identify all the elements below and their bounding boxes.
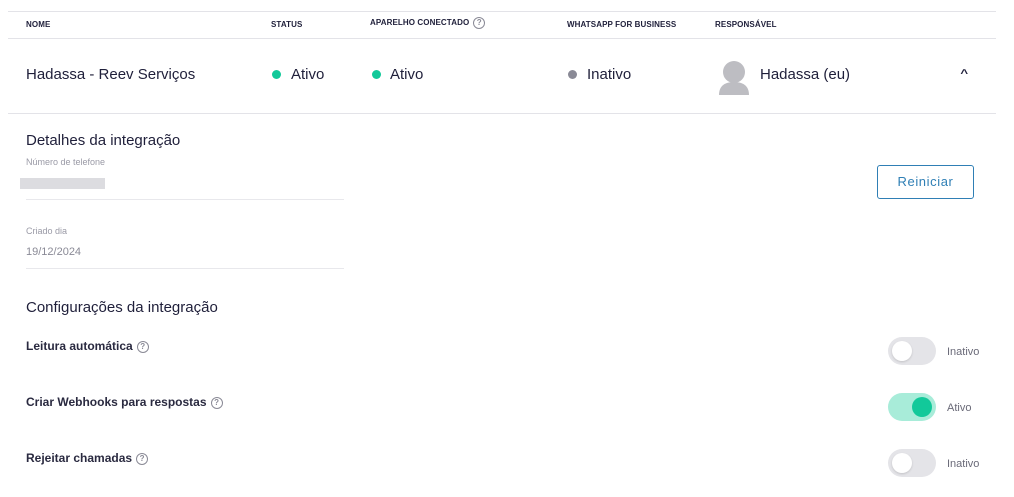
row-divider <box>8 113 996 114</box>
header-top-divider <box>8 11 996 12</box>
help-icon[interactable]: ? <box>136 340 149 353</box>
setting-reject-calls-label: Rejeitar chamadas <box>26 451 133 465</box>
toggle-knob <box>892 341 912 361</box>
reject-calls-toggle[interactable] <box>888 449 936 477</box>
restart-button[interactable]: Reiniciar <box>877 165 974 199</box>
column-header-status: STATUS <box>271 20 303 29</box>
setting-auto-read: Leitura automática? <box>26 339 149 353</box>
auto-read-toggle[interactable] <box>888 337 936 365</box>
phone-label: Número de telefone <box>26 157 106 167</box>
help-icon[interactable]: ? <box>210 396 223 409</box>
column-header-aparelho: APARELHO CONECTADO? <box>370 17 486 29</box>
help-icon[interactable]: ? <box>136 452 149 465</box>
setting-auto-read-label: Leitura automática <box>26 339 133 353</box>
setting-webhooks-label: Criar Webhooks para respostas <box>26 395 207 409</box>
avatar <box>718 59 750 95</box>
status-active-dot <box>272 70 281 79</box>
auto-read-state: Inativo <box>947 346 980 358</box>
whatsapp-inactive-dot <box>568 70 577 79</box>
device-active-dot <box>372 70 381 79</box>
reject-calls-state: Inativo <box>947 458 980 470</box>
owner-name: Hadassa (eu) <box>760 66 851 83</box>
setting-reject-calls: Rejeitar chamadas? <box>26 451 149 465</box>
integration-name[interactable]: Hadassa - Reev Serviços <box>26 66 195 83</box>
toggle-knob <box>892 453 912 473</box>
status-value: Ativo <box>291 66 325 83</box>
settings-title: Configurações da integração <box>26 299 218 316</box>
phone-value-masked <box>20 178 105 189</box>
webhooks-toggle[interactable] <box>888 393 936 421</box>
webhooks-state: Ativo <box>947 402 972 414</box>
header-bottom-divider <box>8 38 996 39</box>
device-status-value: Ativo <box>390 66 424 83</box>
toggle-knob <box>912 397 932 417</box>
setting-webhooks: Criar Webhooks para respostas? <box>26 395 223 409</box>
column-header-whatsapp: WHATSAPP FOR BUSINESS <box>567 20 677 29</box>
created-value: 19/12/2024 <box>26 246 82 258</box>
user-avatar-icon <box>719 61 749 95</box>
details-title: Detalhes da integração <box>26 132 181 149</box>
column-header-responsavel: RESPONSÁVEL <box>715 20 777 29</box>
column-header-aparelho-label: APARELHO CONECTADO <box>370 18 470 28</box>
chevron-up-icon[interactable]: ^ <box>960 68 968 80</box>
phone-field-underline <box>26 199 344 200</box>
help-icon[interactable]: ? <box>473 17 486 29</box>
whatsapp-status-value: Inativo <box>587 66 632 83</box>
column-header-nome: NOME <box>26 20 51 29</box>
created-label: Criado dia <box>26 226 68 236</box>
created-field-underline <box>26 268 344 269</box>
